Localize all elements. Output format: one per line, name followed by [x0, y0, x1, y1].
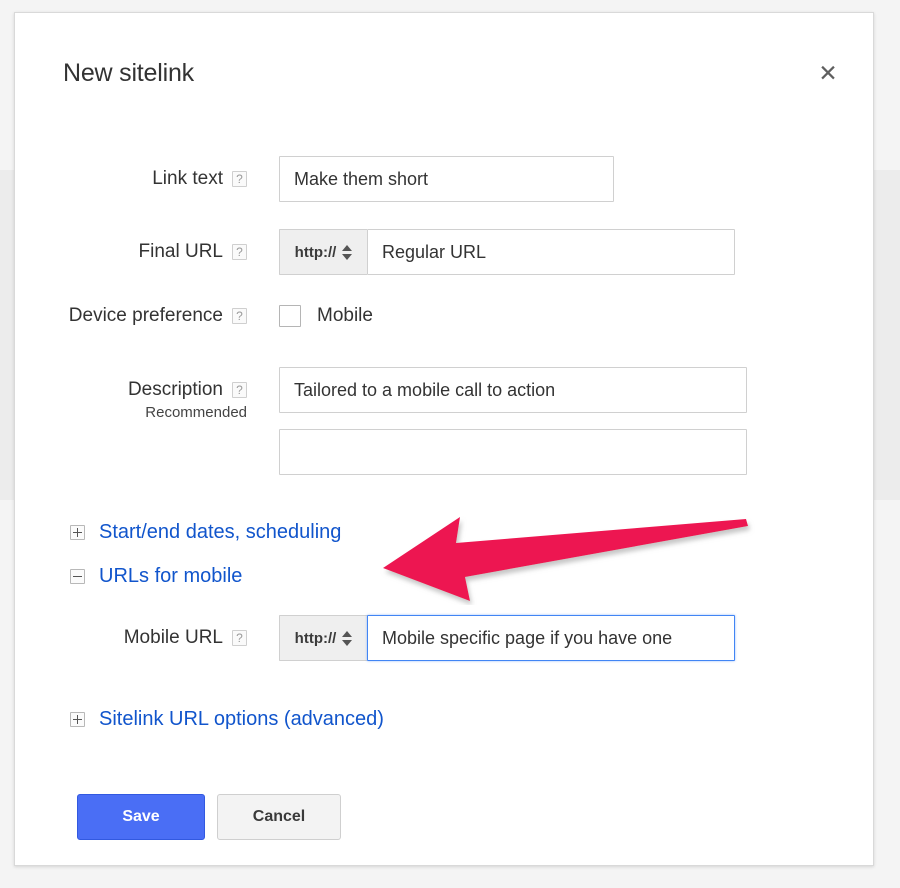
cancel-button[interactable]: Cancel [217, 794, 341, 840]
expander-sitelink-url-options[interactable]: Sitelink URL options (advanced) [70, 708, 384, 731]
description-sub-label: Recommended [145, 404, 247, 421]
link-text-input[interactable] [279, 156, 614, 202]
protocol-value: http:// [294, 629, 337, 647]
updown-arrows-icon [342, 630, 353, 646]
device-preference-label: Device preference [68, 305, 223, 326]
plus-box-icon [70, 712, 85, 727]
mobile-url-label-cell: Mobile URL ? [15, 627, 247, 649]
help-icon[interactable]: ? [232, 630, 247, 646]
expander-label: Sitelink URL options (advanced) [99, 708, 384, 730]
description-line2-input[interactable] [279, 429, 747, 475]
row-mobile-url: Mobile URL ? http:// [15, 615, 735, 661]
final-url-label: Final URL [138, 241, 223, 262]
help-icon[interactable]: ? [232, 308, 247, 324]
plus-box-icon [70, 525, 85, 540]
page-title: New sitelink [63, 59, 194, 87]
description-label: Description [127, 379, 223, 400]
link-text-label: Link text [152, 168, 223, 189]
help-icon[interactable]: ? [232, 171, 247, 187]
protocol-value: http:// [294, 243, 337, 261]
close-icon[interactable]: ✕ [815, 61, 841, 87]
row-description: Description ? [15, 367, 747, 475]
expander-start-end-dates[interactable]: Start/end dates, scheduling [70, 521, 341, 544]
mobile-url-label: Mobile URL [123, 627, 223, 648]
help-icon[interactable]: ? [232, 244, 247, 260]
minus-box-icon [70, 569, 85, 584]
mobile-url-input[interactable] [367, 615, 735, 661]
mobile-checkbox-label: Mobile [317, 305, 373, 326]
device-preference-label-cell: Device preference ? [15, 305, 247, 327]
help-icon[interactable]: ? [232, 382, 247, 398]
expander-label: URLs for mobile [99, 565, 243, 587]
mobile-url-protocol-select[interactable]: http:// [279, 615, 367, 661]
mobile-checkbox[interactable] [279, 305, 301, 327]
expander-urls-for-mobile[interactable]: URLs for mobile [70, 565, 242, 588]
final-url-input[interactable] [367, 229, 735, 275]
row-link-text: Link text ? [15, 156, 614, 202]
link-text-label-cell: Link text ? [15, 168, 247, 190]
new-sitelink-dialog: New sitelink ✕ Link text ? Final URL ? h… [14, 12, 874, 866]
row-device-preference: Device preference ? Mobile [15, 305, 373, 327]
save-button[interactable]: Save [77, 794, 205, 840]
description-inputs [279, 367, 747, 475]
expander-label: Start/end dates, scheduling [99, 521, 342, 543]
updown-arrows-icon [342, 244, 353, 260]
row-final-url: Final URL ? http:// [15, 229, 735, 275]
final-url-label-cell: Final URL ? [15, 241, 247, 263]
description-line1-input[interactable] [279, 367, 747, 413]
final-url-protocol-select[interactable]: http:// [279, 229, 367, 275]
